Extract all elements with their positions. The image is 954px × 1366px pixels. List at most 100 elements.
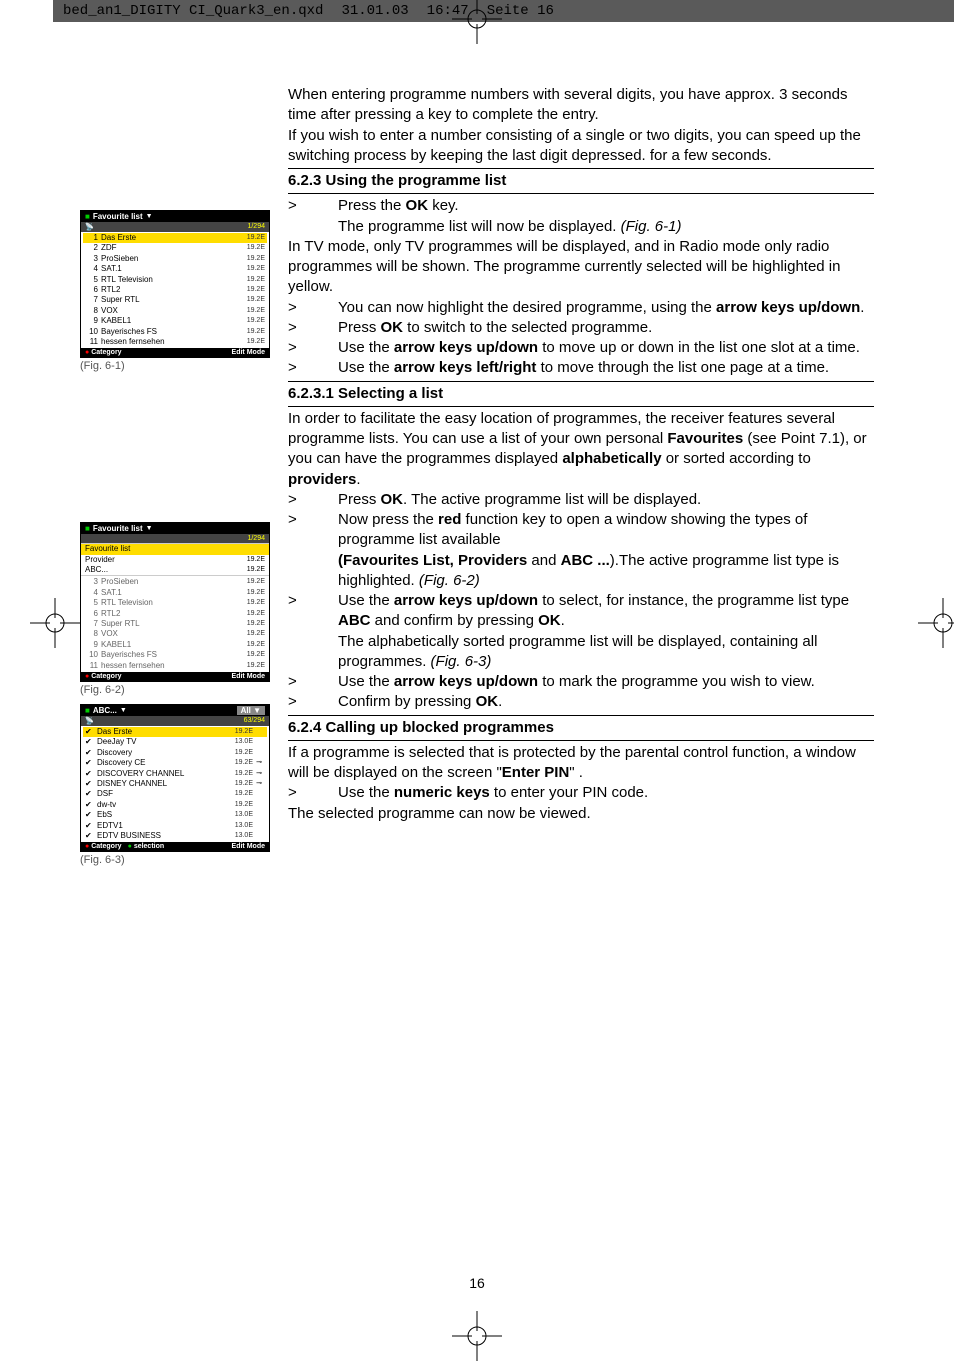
list-item: ✔EDTV113.0E [83,821,267,831]
section-6231-title: 6.2.3.1 Selecting a list [288,384,874,404]
body-text: The programme list will now be displayed… [338,217,874,237]
fig63-subheader: 📡 63/294 [81,716,269,726]
step-text: You can now highlight the desired progra… [338,298,874,318]
list-item: 8VOX19.2E [83,306,267,316]
step-row: > Use the arrow keys up/down to mark the… [288,672,874,692]
step-row: > Use the arrow keys left/right to move … [288,358,874,378]
header-date: 31.01.03 [341,3,408,19]
list-item: ✔dw-tv19.2E [83,800,267,810]
gt-marker: > [288,510,338,591]
divider [288,381,874,382]
tv-dot-icon: ■ [85,212,90,221]
fig61-header-label: Favourite list [93,212,143,221]
list-item: 7Super RTL19.2E [83,295,267,305]
fig63-header: ■ ABC... ▼ All ▼ [81,705,269,716]
list-item: ✔EDTV BUSINESS13.0E [83,831,267,841]
header-filename: bed_an1_DIGITY CI_Quark3_en.qxd [63,3,323,19]
gt-marker: > [288,672,338,692]
fig63-header-right: All ▼ [237,706,265,715]
intro-p1: When entering programme numbers with sev… [288,85,874,126]
step-text: Use the arrow keys left/right to move th… [338,358,874,378]
step-row: > Press OK. The active programme list wi… [288,490,874,510]
step-row: > Now press the red function key to open… [288,510,874,591]
step-text: Confirm by pressing OK. [338,692,874,712]
list-item: 6RTL219.2E [83,285,267,295]
list-item: ABC...19.2E [81,565,269,575]
list-item: ✔DISNEY CHANNEL19.2E⊸ [83,779,267,789]
fig61-footer-left: Category [91,349,121,356]
list-item: 8VOX19.2E [83,629,267,639]
list-item: 10Bayerisches FS19.2E [83,327,267,337]
crop-mark-bottom [452,1311,502,1361]
fig62-subheader: 1/294 [81,534,269,543]
divider [288,740,874,741]
gt-marker: > [288,783,338,803]
fig63-footer-right: Edit Mode [232,843,265,850]
fig61-subheader: 📡 1/294 [81,222,269,232]
list-item: 3ProSieben19.2E [83,254,267,264]
gt-marker: > [288,318,338,338]
fig62-header-label: Favourite list [93,524,143,533]
fig62-header: ■ Favourite list ▼ [81,523,269,534]
step-text: Press the OK key. [338,196,874,216]
satellite-icon: 📡 [85,717,94,725]
step-row: > Use the arrow keys up/down to move up … [288,338,874,358]
red-dot-icon: ● [85,843,89,850]
body-row: The programme list will now be displayed… [288,217,874,237]
list-item: ✔DSF19.2E [83,789,267,799]
list-item: ✔Discovery CE19.2E⊸ [83,758,267,768]
fig63-footer-mid: selection [134,843,164,850]
divider [288,193,874,194]
list-item: 9KABEL119.2E [83,640,267,650]
step-text: Now press the red function key to open a… [338,510,874,591]
list-item: ✔DeeJay TV13.0E [83,737,267,747]
fig61-header: ■ Favourite list ▼ [81,211,269,222]
list-item: ✔Das Erste19.2E [83,727,267,737]
step-text: Press OK. The active programme list will… [338,490,874,510]
green-dot-icon: ● [128,843,132,850]
fig63-header-label: ABC... [93,706,117,715]
list-item: 1Das Erste19.2E [83,233,267,243]
step-row: > Confirm by pressing OK. [288,692,874,712]
body-text: In TV mode, only TV programmes will be d… [288,237,874,298]
list-item: 4SAT.119.2E [83,588,267,598]
fig61-footer: ● Category Edit Mode [81,348,269,357]
fig-6-3-panel: ■ ABC... ▼ All ▼ 📡 63/294 ✔Das Erste19.2… [80,704,270,852]
fig63-body: ✔Das Erste19.2E✔DeeJay TV13.0E ✔Discovery… [81,726,269,842]
fig61-footer-right: Edit Mode [232,349,265,356]
fig63-footer: ● Category ● selection Edit Mode [81,842,269,851]
fig62-footer-right: Edit Mode [232,673,265,680]
list-item: ✔EbS13.0E [83,810,267,820]
crop-mark-right [918,598,954,648]
step-text: Use the arrow keys up/down to mark the p… [338,672,874,692]
section-624-title: 6.2.4 Calling up blocked programmes [288,718,874,738]
crop-mark-top [452,0,502,44]
gt-marker: > [288,591,338,672]
list-item: Favourite list [81,544,269,554]
tv-dot-icon: ■ [85,706,90,715]
right-column: When entering programme numbers with sev… [280,85,874,1351]
fig-6-1-panel: ■ Favourite list ▼ 📡 1/294 1Das Erste19.… [80,210,270,358]
list-item: 11hessen fernsehen19.2E [83,337,267,347]
dropdown-triangle-icon: ▼ [120,707,127,714]
fig63-footer-left: Category [91,843,121,850]
dropdown-triangle-icon: ▼ [146,525,153,532]
gt-marker: > [288,692,338,712]
step-text: Use the arrow keys up/down to move up or… [338,338,874,358]
divider [288,715,874,716]
body-text: The selected programme can now be viewed… [288,804,874,824]
step-row: > Use the arrow keys up/down to select, … [288,591,874,672]
intro-p2: If you wish to enter a number consisting… [288,126,874,167]
step-text: Press OK to switch to the selected progr… [338,318,874,338]
gt-marker: > [288,298,338,318]
gt-marker: > [288,338,338,358]
tv-dot-icon: ■ [85,524,90,533]
body-text: In order to facilitate the easy location… [288,409,874,490]
step-row: > Use the numeric keys to enter your PIN… [288,783,874,803]
fig62-body: 3ProSieben19.2E4SAT.119.2E5RTL Televisio… [81,576,269,672]
fig62-count: 1/294 [247,535,265,542]
page-number: 16 [0,1275,954,1291]
fig62-footer: ● Category Edit Mode [81,672,269,681]
fig62-providers: Favourite listProvider19.2EABC...19.2E [81,543,269,576]
list-item: 5RTL Television19.2E [83,598,267,608]
